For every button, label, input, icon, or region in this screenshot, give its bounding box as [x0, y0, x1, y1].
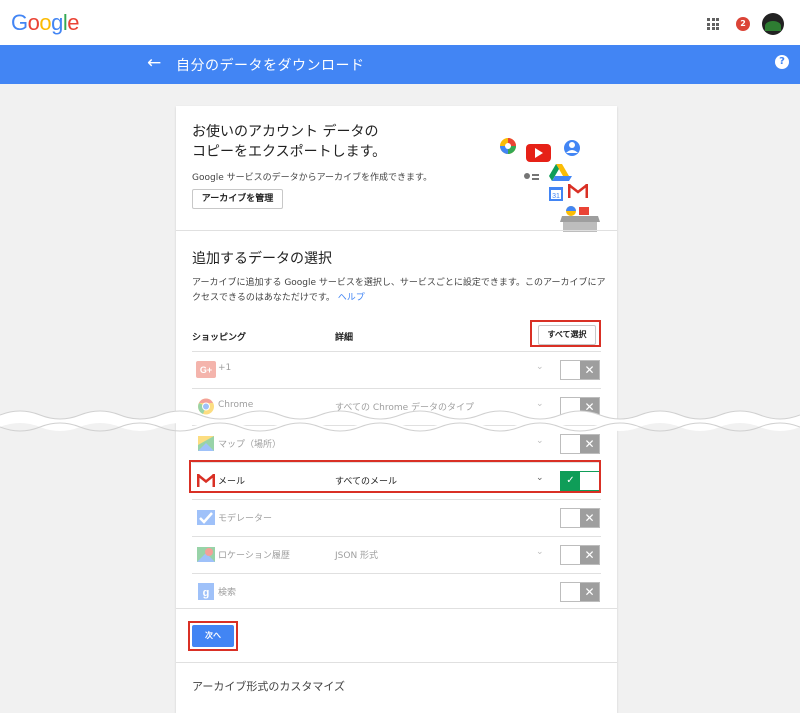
- location-history-icon: [196, 546, 216, 563]
- service-row: モデレーター ✕: [192, 499, 601, 536]
- logo-letter: o: [39, 10, 52, 35]
- hero-title-line2: コピーをエクスポートします。: [192, 144, 387, 160]
- select-all-highlight: [530, 320, 601, 347]
- notification-badge[interactable]: 2: [736, 17, 750, 31]
- section-title: 追加するデータの選択: [192, 251, 332, 267]
- column-header-service: ショッピング: [192, 333, 247, 343]
- hero-title-line1: お使いのアカウント データの: [192, 124, 379, 140]
- services-illustration: 31: [500, 138, 600, 232]
- page-title: 自分のデータをダウンロード: [176, 58, 365, 74]
- archive-box-icon: [560, 206, 600, 232]
- column-header-detail: 詳細: [335, 333, 354, 343]
- logo-letter: e: [67, 10, 80, 35]
- logo-letter: o: [27, 10, 40, 35]
- service-toggle[interactable]: ✕: [560, 582, 600, 602]
- close-icon: ✕: [580, 361, 599, 379]
- contacts-icon: [564, 140, 580, 156]
- service-toggle[interactable]: ✕: [560, 360, 600, 380]
- apps-grid-icon[interactable]: [707, 18, 719, 30]
- logo-letter: g: [51, 10, 63, 35]
- gmail-small-icon: [568, 184, 588, 198]
- manage-archives-button[interactable]: アーカイブを管理: [192, 189, 283, 209]
- close-icon: ✕: [580, 546, 599, 564]
- service-name: +1: [218, 363, 232, 373]
- customize-format-link[interactable]: アーカイブ形式のカスタマイズ: [192, 678, 345, 694]
- help-link[interactable]: ヘルプ: [338, 293, 365, 303]
- svg-text:31: 31: [552, 193, 560, 200]
- service-name: 検索: [218, 588, 237, 598]
- google-plus-icon: G+: [196, 361, 216, 378]
- chevron-down-icon[interactable]: ⌄: [536, 547, 544, 557]
- calendar-icon: 31: [549, 187, 563, 201]
- chevron-down-icon[interactable]: ⌄: [536, 362, 544, 372]
- drive-icon: [549, 164, 572, 181]
- page-header-bar: ← 自分のデータをダウンロード: [0, 45, 800, 84]
- help-icon[interactable]: ?: [775, 55, 789, 69]
- service-toggle[interactable]: ✕: [560, 545, 600, 565]
- service-detail: JSON 形式: [335, 551, 379, 561]
- service-name: ロケーション履歴: [218, 551, 290, 561]
- profile-card-icon: [522, 170, 540, 184]
- top-bar: Google 2: [0, 0, 800, 45]
- moderator-icon: [196, 509, 216, 526]
- youtube-icon: [526, 144, 551, 162]
- close-icon: ✕: [580, 583, 599, 601]
- hero-description: Google サービスのデータからアーカイブを作成できます。: [192, 173, 433, 183]
- search-icon: g: [196, 583, 216, 600]
- divider: [176, 230, 617, 231]
- close-icon: ✕: [580, 509, 599, 527]
- google-logo[interactable]: Google: [11, 10, 80, 36]
- hero-title: お使いのアカウント データの コピーをエクスポートします。: [192, 122, 386, 162]
- service-row: ロケーション履歴 JSON 形式 ⌄ ✕: [192, 536, 601, 573]
- selected-row-highlight: [189, 460, 601, 493]
- torn-edge: [0, 410, 800, 432]
- logo-letter: G: [11, 10, 28, 35]
- divider: [176, 608, 617, 609]
- svg-text:G+: G+: [200, 365, 212, 375]
- service-row: g 検索 ✕: [192, 573, 601, 610]
- section-description: アーカイブに追加する Google サービスを選択し、サービスごとに設定できます…: [192, 276, 606, 306]
- account-avatar-icon[interactable]: [762, 13, 784, 35]
- section-description-text: アーカイブに追加する Google サービスを選択し、サービスごとに設定できます…: [192, 278, 606, 303]
- service-toggle[interactable]: ✕: [560, 508, 600, 528]
- next-highlight: [188, 621, 238, 651]
- photos-icon: [500, 138, 516, 154]
- service-row: G+ +1 ⌄ ✕: [192, 351, 601, 388]
- service-name: モデレーター: [218, 514, 273, 524]
- divider: [176, 662, 617, 663]
- back-arrow-icon[interactable]: ←: [147, 54, 163, 72]
- svg-text:g: g: [203, 587, 210, 599]
